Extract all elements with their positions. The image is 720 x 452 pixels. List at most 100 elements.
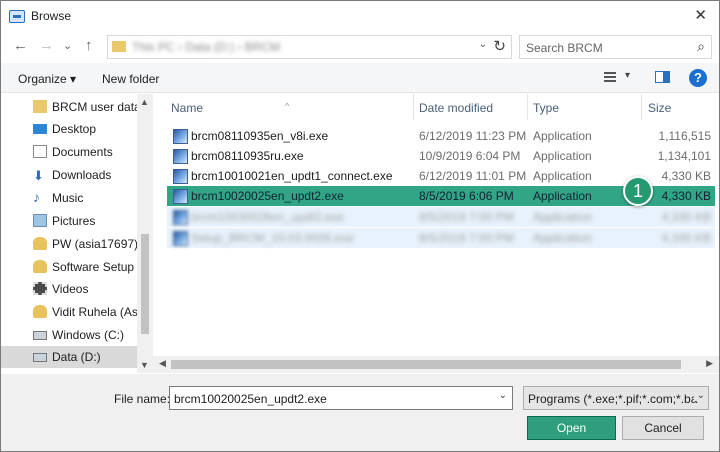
open-button[interactable]: Open	[527, 416, 616, 440]
sidebar-item-brcm-user-datas[interactable]: BRCM user datas	[1, 96, 137, 118]
scroll-down-icon[interactable]: ▼	[140, 360, 149, 370]
column-header-type-label: Type	[533, 101, 560, 115]
view-options-icon[interactable]	[604, 72, 616, 82]
file-row[interactable]: brcm08110935ru.exe 10/9/2019 6:04 PM App…	[167, 146, 715, 166]
sidebar-item-software-setup[interactable]: Software Setup (	[1, 256, 137, 278]
file-type: Application	[533, 231, 592, 245]
file-name-panel: File name: brcm10020025en_updt2.exe ⌄ Pr…	[1, 374, 719, 451]
navigation-bar: ← → ⌄ ↑ This PC › Data (D:) › BRCM ⌄ ↻ S…	[1, 32, 719, 62]
file-list: Name ^ Date modified Type Size brcm08110…	[153, 94, 719, 373]
sidebar-item-label: Software Setup (	[52, 260, 137, 274]
help-icon[interactable]: ?	[689, 69, 707, 87]
sidebar-item-label: Windows (C:)	[52, 328, 125, 342]
sidebar-item-label: Music	[52, 191, 84, 205]
column-header-date[interactable]: Date modified	[414, 94, 527, 120]
file-type: Application	[533, 129, 592, 143]
file-name: brcm08110935ru.exe	[191, 149, 304, 163]
up-arrow-icon[interactable]: ↑	[85, 37, 93, 54]
refresh-icon[interactable]: ↻	[493, 37, 506, 55]
file-name: brcm10020025en_updt2.exe	[191, 189, 344, 203]
file-type-filter-value: Programs (*.exe;*.pif;*.com;*.ba	[528, 392, 698, 406]
file-row[interactable]: brcm10030026en_updt3.exe 8/5/2019 7:00 P…	[167, 207, 715, 227]
sort-ascending-icon: ^	[285, 101, 290, 111]
downloads-icon: ⬇	[33, 168, 44, 183]
sidebar-item-videos[interactable]: Videos	[1, 278, 137, 300]
preview-pane-icon[interactable]	[655, 71, 670, 83]
file-list-horizontal-scrollbar[interactable]: ◀ ▶	[153, 356, 719, 373]
search-input[interactable]: Search BRCM ⌕	[519, 35, 712, 59]
drive-icon	[33, 331, 47, 340]
file-type: Application	[533, 149, 592, 163]
sidebar-item-label: Videos	[52, 282, 89, 296]
sidebar-item-pw[interactable]: PW (asia17697)	[1, 233, 137, 255]
file-type-filter-select[interactable]: Programs (*.exe;*.pif;*.com;*.ba ⌄	[523, 386, 709, 410]
column-header-name-label: Name	[171, 101, 204, 115]
title-bar: Browse ✕	[1, 1, 719, 32]
application-file-icon	[173, 189, 188, 204]
file-date: 6/12/2019 11:01 PM	[419, 169, 527, 183]
address-bar[interactable]: This PC › Data (D:) › BRCM ⌄ ↻	[107, 35, 512, 59]
sidebar-item-label: Pictures	[52, 214, 96, 228]
file-size: 4,330 KB	[661, 210, 711, 224]
browse-app-icon	[9, 10, 25, 23]
sidebar-scrollbar[interactable]: ▲ ▼	[137, 94, 153, 373]
user-folder-icon	[33, 237, 47, 250]
sidebar-item-pictures[interactable]: Pictures	[1, 210, 137, 232]
column-header-size-label: Size	[648, 101, 672, 115]
column-header-size[interactable]: Size	[642, 94, 719, 120]
application-file-icon	[173, 129, 188, 144]
chevron-down-icon[interactable]: ⌄	[693, 390, 705, 401]
sidebar-item-label: Data (D:)	[52, 350, 101, 364]
file-row[interactable]: brcm08110935en_v8i.exe 6/12/2019 11:23 P…	[167, 126, 715, 146]
file-name: brcm08110935en_v8i.exe	[191, 129, 329, 143]
file-type: Application	[533, 189, 592, 203]
file-type: Application	[533, 210, 592, 224]
sidebar-item-documents[interactable]: Documents	[1, 141, 137, 163]
address-path: This PC › Data (D:) › BRCM	[132, 40, 281, 54]
column-header-name[interactable]: Name ^	[153, 94, 413, 120]
music-icon: ♪	[33, 189, 40, 205]
chevron-down-icon[interactable]: ⌄	[499, 390, 507, 401]
file-date: 8/5/2019 7:00 PM	[419, 231, 514, 245]
scroll-right-icon[interactable]: ▶	[706, 358, 713, 369]
cancel-button[interactable]: Cancel	[622, 416, 704, 440]
file-name-label: File name:	[114, 392, 171, 406]
user-folder-icon	[33, 305, 47, 318]
file-name: brcm10010021en_updt1_connect.exe	[191, 169, 393, 183]
chevron-down-icon[interactable]: ⌄	[479, 39, 487, 50]
file-size: 4,330 KB	[661, 231, 711, 245]
sidebar-item-music[interactable]: ♪ Music	[1, 187, 137, 209]
file-row[interactable]: Setup_BRCM_10.03.0026.exe 8/5/2019 7:00 …	[167, 228, 715, 248]
file-name-input[interactable]: brcm10020025en_updt2.exe ⌄	[169, 386, 513, 410]
scroll-left-icon[interactable]: ◀	[159, 358, 166, 369]
column-header-type[interactable]: Type	[528, 94, 641, 120]
file-name: Setup_BRCM_10.03.0026.exe	[191, 231, 354, 245]
application-file-icon	[173, 149, 188, 164]
window-title: Browse	[31, 9, 72, 23]
sidebar-item-label: Vidit Ruhela (Asi	[52, 305, 137, 319]
browse-dialog: Browse ✕ ← → ⌄ ↑ This PC › Data (D:) › B…	[0, 0, 720, 452]
back-arrow-icon[interactable]: ←	[13, 37, 28, 54]
organize-button[interactable]: Organize ▾	[18, 72, 76, 86]
file-date: 10/9/2019 6:04 PM	[419, 149, 521, 163]
sidebar-item-downloads[interactable]: ⬇ Downloads	[1, 164, 137, 186]
sidebar-item-windows-c[interactable]: Windows (C:)	[1, 324, 137, 346]
scroll-up-icon[interactable]: ▲	[140, 97, 149, 107]
file-date: 8/5/2019 7:00 PM	[419, 210, 514, 224]
recent-locations-chevron-icon[interactable]: ⌄	[63, 39, 72, 52]
sidebar-item-data-d[interactable]: Data (D:)	[1, 346, 137, 368]
sidebar-item-label: Downloads	[52, 168, 112, 182]
close-icon[interactable]: ✕	[694, 6, 707, 24]
sidebar-item-desktop[interactable]: Desktop	[1, 118, 137, 140]
step-1-badge: 1	[623, 176, 653, 206]
file-name: brcm10030026en_updt3.exe	[191, 210, 344, 224]
sidebar-item-vidit-ruhela[interactable]: Vidit Ruhela (Asi	[1, 301, 137, 323]
file-size: 1,134,101	[657, 149, 711, 163]
view-dropdown-chevron-icon[interactable]: ▾	[625, 70, 630, 81]
new-folder-button[interactable]: New folder	[102, 72, 159, 86]
scrollbar-thumb[interactable]	[171, 360, 681, 369]
scrollbar-thumb[interactable]	[141, 234, 149, 334]
forward-arrow-icon[interactable]: →	[39, 37, 54, 54]
folder-icon	[112, 41, 126, 52]
sidebar-item-label: Desktop	[52, 122, 97, 136]
